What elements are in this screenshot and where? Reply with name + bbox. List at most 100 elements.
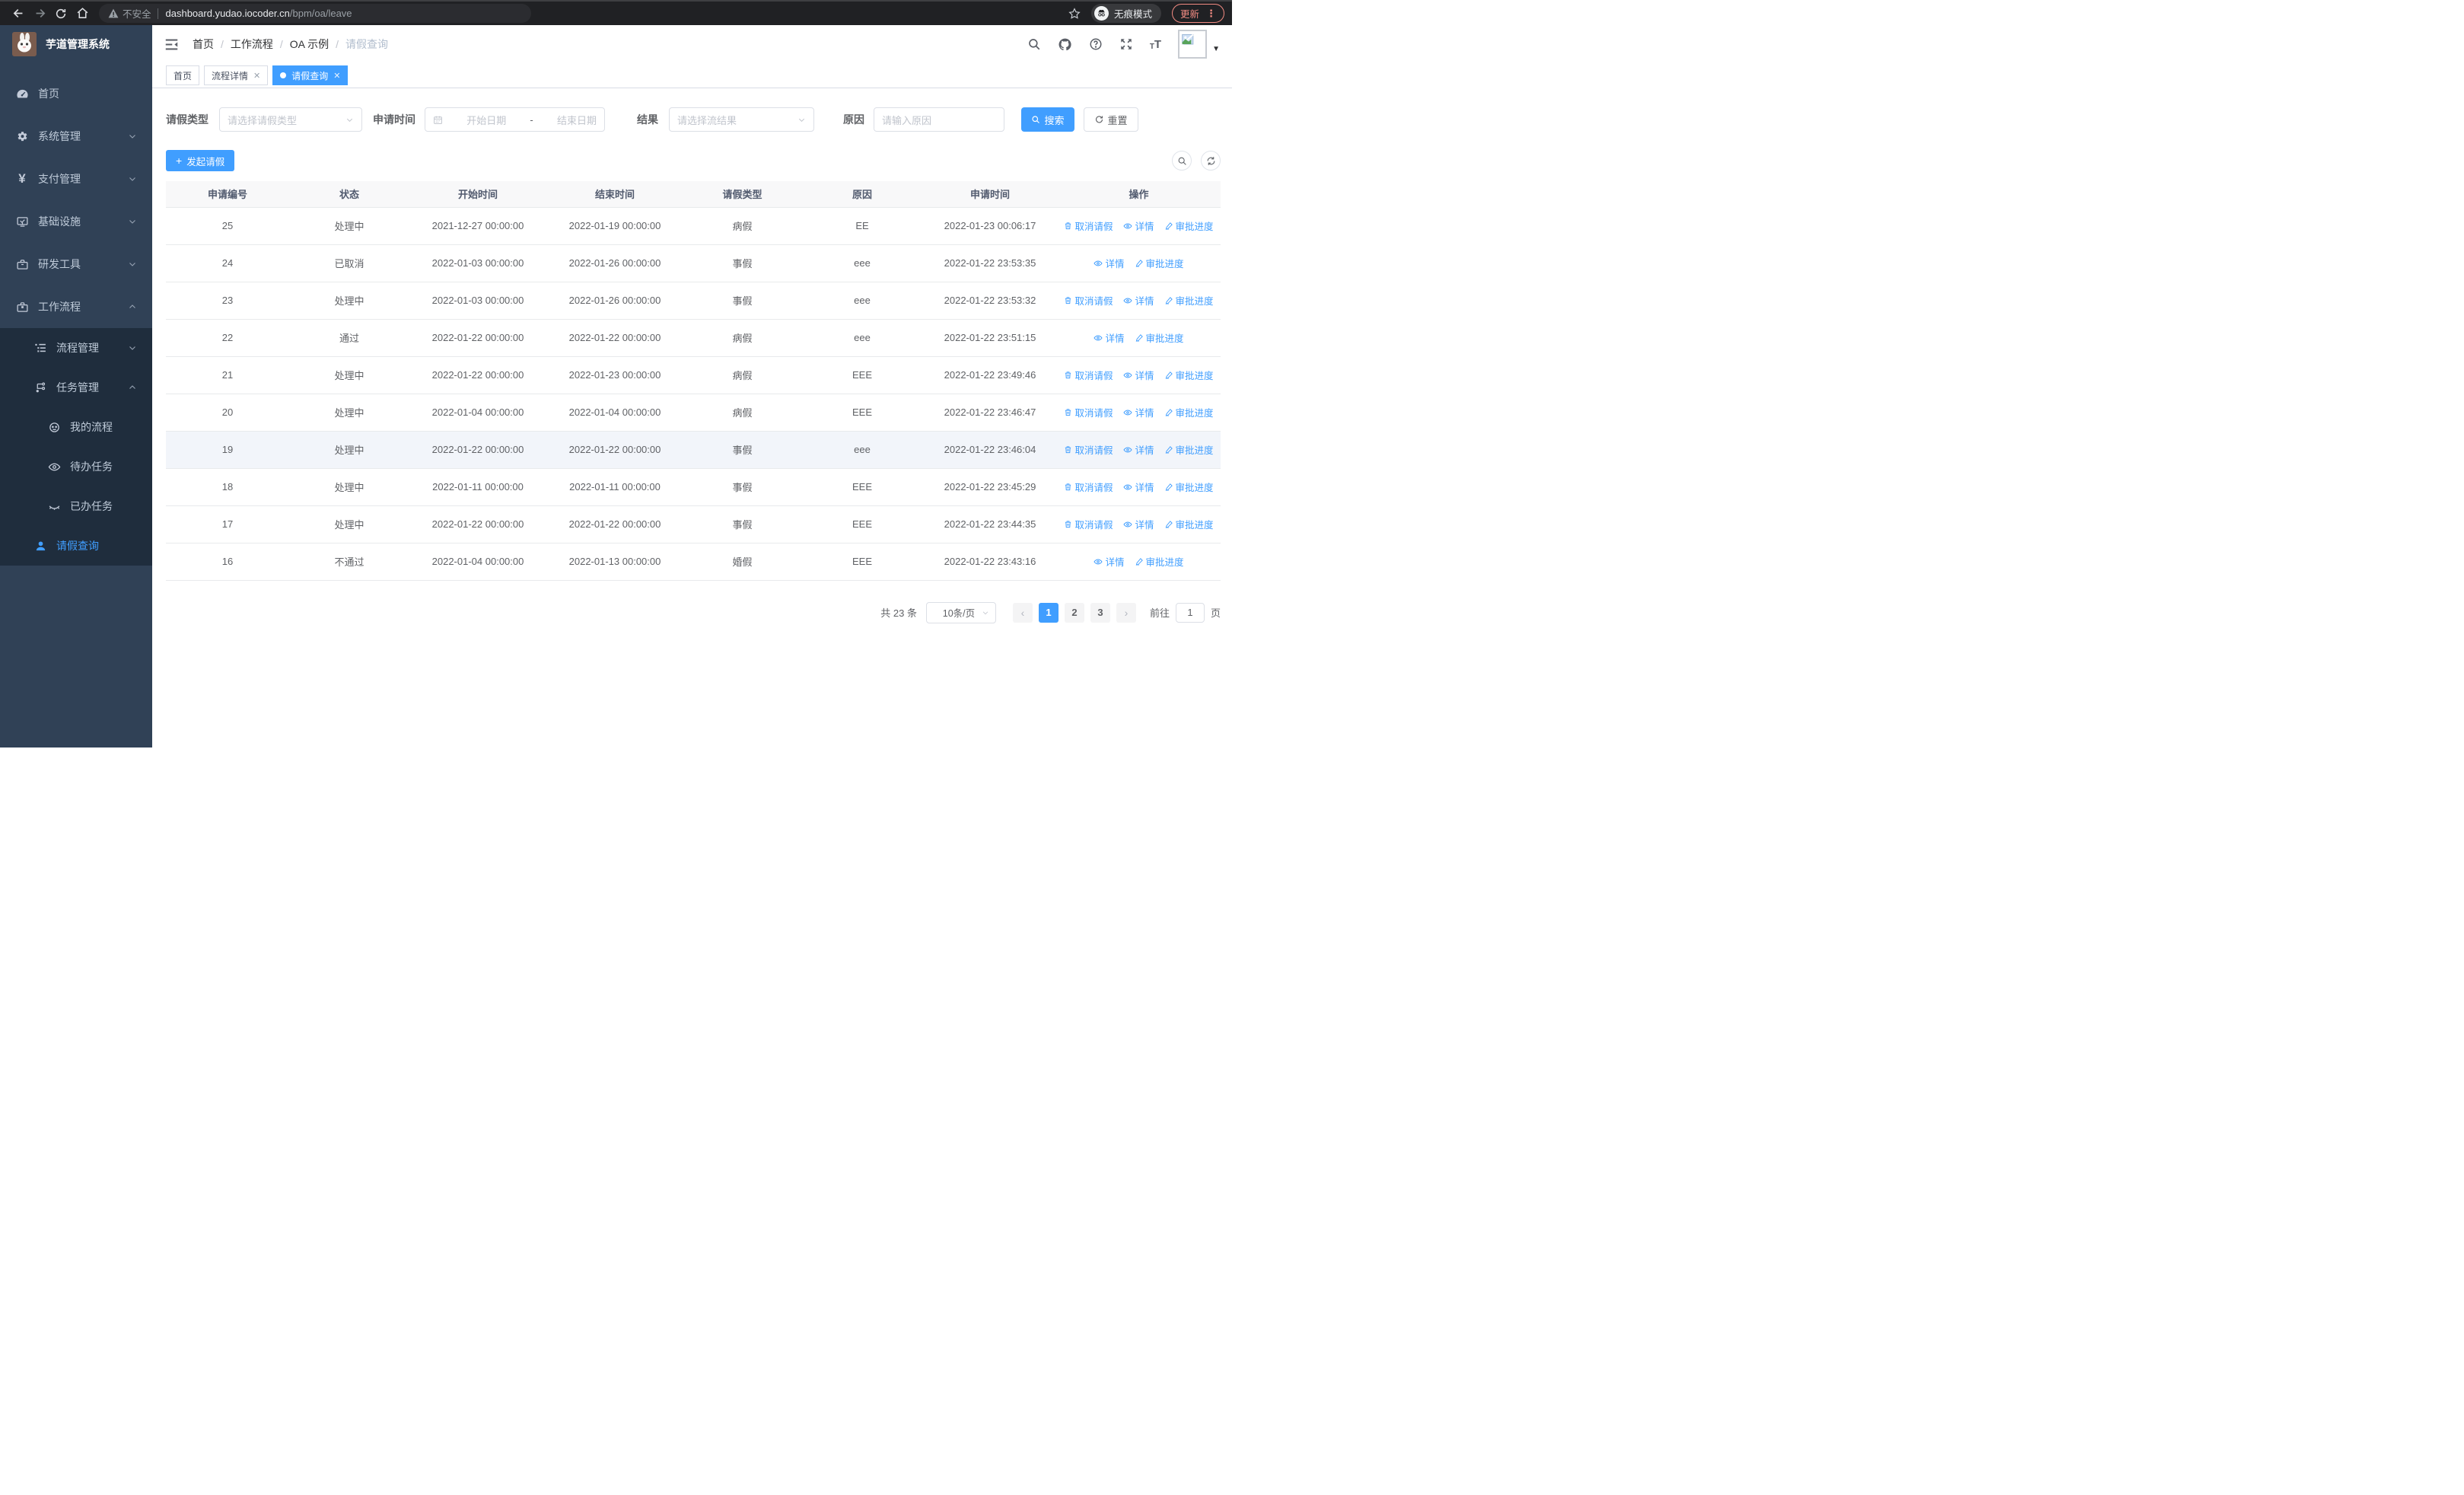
cancel-leave-link[interactable]: 取消请假 — [1064, 517, 1113, 531]
breadcrumb-home[interactable]: 首页 — [193, 37, 214, 52]
tab-home[interactable]: 首页 — [166, 65, 200, 85]
cancel-leave-link[interactable]: 取消请假 — [1064, 218, 1113, 233]
detail-link[interactable]: 详情 — [1123, 218, 1154, 233]
close-icon[interactable]: ✕ — [333, 71, 340, 81]
sidebar-item-leave-query[interactable]: 请假查询 — [0, 526, 152, 566]
page-size-select[interactable]: 10条/页 — [925, 601, 996, 623]
page-number-1[interactable]: 1 — [1038, 602, 1059, 623]
browser-forward-icon[interactable] — [29, 4, 50, 24]
approval-progress-link[interactable]: 审批进度 — [1165, 293, 1214, 308]
browser-menu-icon[interactable]: ⋮ — [1206, 8, 1216, 18]
tab-process-detail[interactable]: 流程详情 ✕ — [204, 65, 269, 85]
approval-progress-link[interactable]: 审批进度 — [1165, 368, 1214, 382]
sidebar-item-my-process[interactable]: 我的流程 — [0, 407, 152, 447]
browser-back-icon[interactable] — [8, 4, 29, 24]
table-row[interactable]: 24 已取消 2022-01-03 00:00:00 2022-01-26 00… — [166, 244, 1221, 282]
sidebar-item-workflow[interactable]: 工作流程 — [0, 285, 152, 328]
table-row[interactable]: 23 处理中 2022-01-03 00:00:00 2022-01-26 00… — [166, 282, 1221, 320]
hide-search-button[interactable] — [1172, 151, 1192, 171]
approval-progress-link[interactable]: 审批进度 — [1165, 480, 1214, 494]
table-row[interactable]: 17 处理中 2022-01-22 00:00:00 2022-01-22 00… — [166, 505, 1221, 543]
reason-input[interactable]: 请输入原因 — [874, 107, 1004, 132]
cancel-leave-link[interactable]: 取消请假 — [1064, 480, 1113, 494]
result-select[interactable]: 请选择流结果 — [669, 107, 814, 132]
table-row[interactable]: 18 处理中 2022-01-11 00:00:00 2022-01-11 00… — [166, 468, 1221, 506]
sidebar-item-home[interactable]: 首页 — [0, 72, 152, 115]
browser-reload-icon[interactable] — [50, 4, 72, 24]
sidebar-item-task-mgmt[interactable]: 任务管理 — [0, 368, 152, 407]
breadcrumb-workflow[interactable]: 工作流程 — [231, 37, 273, 52]
approval-progress-label: 审批进度 — [1175, 520, 1214, 531]
approval-progress-link[interactable]: 审批进度 — [1135, 256, 1184, 270]
detail-link[interactable]: 详情 — [1123, 405, 1154, 419]
help-icon[interactable] — [1089, 37, 1103, 51]
cell-id: 17 — [166, 505, 289, 543]
sidebar-item-todo-task[interactable]: 待办任务 — [0, 447, 152, 486]
table-row[interactable]: 25 处理中 2021-12-27 00:00:00 2022-01-19 00… — [166, 207, 1221, 245]
not-secure-label[interactable]: 不安全 — [123, 6, 151, 21]
reset-button[interactable]: 重置 — [1084, 107, 1138, 132]
cell-status: 处理中 — [289, 356, 409, 394]
browser-home-icon[interactable] — [72, 4, 93, 24]
detail-link[interactable]: 详情 — [1094, 256, 1125, 270]
detail-link[interactable]: 详情 — [1123, 517, 1154, 531]
cancel-leave-link[interactable]: 取消请假 — [1064, 405, 1113, 419]
date-range-picker[interactable]: 开始日期 - 结束日期 — [425, 107, 605, 132]
sidebar-item-done-task[interactable]: 已办任务 — [0, 486, 152, 526]
page-number-2[interactable]: 2 — [1064, 602, 1084, 623]
url-text[interactable]: dashboard.yudao.iocoder.cn/bpm/oa/leave — [166, 8, 352, 19]
address-bar[interactable]: 不安全 dashboard.yudao.iocoder.cn/bpm/oa/le… — [99, 4, 531, 23]
cancel-leave-link[interactable]: 取消请假 — [1064, 293, 1113, 308]
approval-progress-link[interactable]: 审批进度 — [1135, 330, 1184, 345]
font-size-icon[interactable]: TT — [1150, 38, 1161, 51]
detail-link[interactable]: 详情 — [1094, 330, 1125, 345]
close-icon[interactable]: ✕ — [253, 71, 260, 81]
user-avatar[interactable]: ▼ — [1178, 30, 1220, 59]
leave-type-select[interactable]: 请选择请假类型 — [219, 107, 362, 132]
sidebar-item-system[interactable]: 系统管理 — [0, 115, 152, 158]
approval-progress-link[interactable]: 审批进度 — [1165, 517, 1214, 531]
approval-progress-link[interactable]: 审批进度 — [1165, 218, 1214, 233]
approval-progress-label: 审批进度 — [1145, 333, 1184, 344]
app-logo-row[interactable]: 芋道管理系统 — [0, 25, 152, 63]
cell-start: 2022-01-04 00:00:00 — [409, 394, 546, 432]
create-leave-button[interactable]: + 发起请假 — [166, 150, 235, 171]
sidebar-item-home-label: 首页 — [38, 88, 59, 100]
detail-link[interactable]: 详情 — [1123, 442, 1154, 457]
search-button[interactable]: 搜索 — [1021, 107, 1074, 132]
detail-link[interactable]: 详情 — [1123, 368, 1154, 382]
table-row[interactable]: 21 处理中 2022-01-22 00:00:00 2022-01-23 00… — [166, 356, 1221, 394]
sidebar-collapse-icon[interactable] — [164, 38, 179, 51]
cancel-leave-link[interactable]: 取消请假 — [1064, 368, 1113, 382]
sidebar-item-dev[interactable]: 研发工具 — [0, 243, 152, 285]
github-icon[interactable] — [1058, 37, 1072, 52]
table-row[interactable]: 20 处理中 2022-01-04 00:00:00 2022-01-04 00… — [166, 394, 1221, 432]
goto-page-input[interactable]: 1 — [1175, 602, 1205, 623]
approval-progress-link[interactable]: 审批进度 — [1165, 442, 1214, 457]
sidebar-item-pay[interactable]: ¥ 支付管理 — [0, 158, 152, 200]
bookmark-star-icon[interactable] — [1068, 7, 1081, 20]
table-row[interactable]: 22 通过 2022-01-22 00:00:00 2022-01-22 00:… — [166, 319, 1221, 357]
breadcrumb-oa[interactable]: OA 示例 — [290, 37, 329, 52]
detail-link[interactable]: 详情 — [1123, 480, 1154, 494]
approval-progress-link[interactable]: 审批进度 — [1135, 554, 1184, 569]
sidebar-item-infra[interactable]: 基础设施 — [0, 200, 152, 243]
sidebar-item-process-mgmt[interactable]: 流程管理 — [0, 328, 152, 368]
table-row[interactable]: 16 不通过 2022-01-04 00:00:00 2022-01-13 00… — [166, 543, 1221, 581]
fullscreen-icon[interactable] — [1119, 37, 1133, 51]
cancel-leave-link[interactable]: 取消请假 — [1064, 442, 1113, 457]
table-row[interactable]: 19 处理中 2022-01-22 00:00:00 2022-01-22 00… — [166, 431, 1221, 469]
browser-update-button[interactable]: 更新 ⋮ — [1171, 4, 1224, 23]
page-number-3[interactable]: 3 — [1090, 602, 1110, 623]
prev-page-button[interactable]: ‹ — [1012, 602, 1033, 623]
reset-button-label: 重置 — [1107, 114, 1128, 126]
detail-link[interactable]: 详情 — [1123, 293, 1154, 308]
refresh-table-button[interactable] — [1201, 151, 1221, 171]
tab-leave-query[interactable]: 请假查询 ✕ — [272, 65, 349, 85]
next-page-button[interactable]: › — [1116, 602, 1136, 623]
update-label[interactable]: 更新 — [1180, 6, 1199, 21]
search-icon[interactable] — [1027, 37, 1041, 51]
detail-link[interactable]: 详情 — [1094, 554, 1125, 569]
approval-progress-link[interactable]: 审批进度 — [1165, 405, 1214, 419]
approval-progress-label: 审批进度 — [1175, 408, 1214, 419]
